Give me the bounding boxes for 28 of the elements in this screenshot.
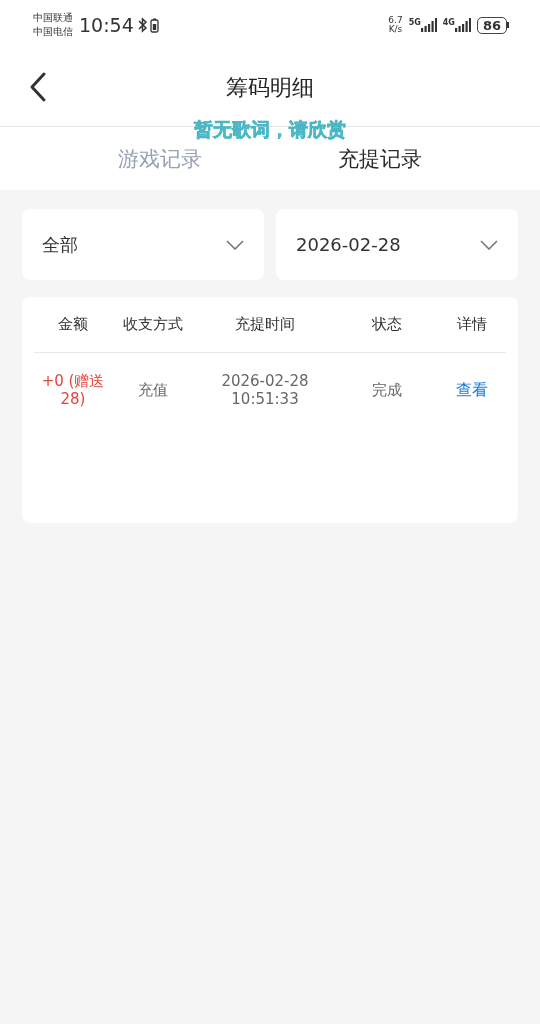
column-header: 充提时间: [234, 315, 296, 334]
page-title: 筹码明细: [226, 74, 314, 102]
dropdown-select[interactable]: 全部: [22, 209, 264, 280]
chevron-down-icon: [480, 239, 498, 250]
column-header: 金额: [57, 315, 89, 334]
battery-icon: [149, 17, 159, 33]
carrier-name: 中国电信: [33, 25, 73, 39]
speed-unit: K/s: [388, 25, 403, 34]
column-header: 详情: [456, 315, 488, 334]
amount-cell-text: +0 (赠送28): [40, 372, 106, 408]
status-cell-text: 完成: [371, 381, 403, 399]
carrier-name: 中国联通: [33, 11, 73, 25]
dropdown-select[interactable]: 2026-02-28: [276, 209, 518, 280]
method-cell-text: 充值: [137, 381, 169, 399]
bluetooth-icon: [137, 17, 148, 33]
network-type: 4G: [442, 18, 455, 27]
view-link[interactable]: 查看: [456, 380, 488, 399]
back-button[interactable]: [28, 70, 48, 104]
chevron-down-icon: [226, 239, 244, 250]
network-type: 5G: [408, 18, 421, 27]
battery-level: 86: [476, 16, 507, 34]
signal-icon: [454, 18, 471, 32]
column-header: 收支方式: [122, 315, 184, 334]
column-header: 状态: [371, 315, 403, 334]
signal-icon: [420, 18, 437, 32]
network-speed: 6.7: [388, 16, 403, 25]
time-cell-text: 2026-02-28 10:51:33: [220, 372, 310, 408]
clock-time: 10:54: [79, 14, 134, 36]
